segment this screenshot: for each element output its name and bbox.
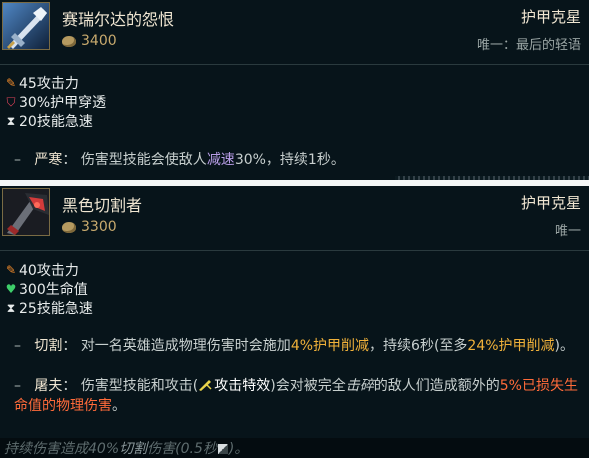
- on-hit-keyword: 攻击特效: [214, 378, 271, 394]
- item-price: 3400: [62, 33, 117, 49]
- passive-name: 切割: [34, 338, 63, 354]
- attack-damage-icon: ✎: [5, 263, 17, 277]
- armor-reduction-keyword: 4%护甲削减: [290, 338, 370, 354]
- ability-haste-icon: ⧗: [6, 113, 16, 128]
- on-hit-icon: [199, 380, 212, 391]
- black-cleaver-item-icon: [2, 188, 50, 236]
- stat-row-armor-pen: ⛉ 30%护甲穿透: [4, 92, 106, 112]
- item-name: 黑色切割者: [62, 196, 143, 215]
- divider: [0, 64, 589, 65]
- item-name: 赛瑞尔达的怨恨: [62, 10, 175, 29]
- item-tooltip-black-cleaver: 黑色切割者 3300 护甲克星 唯一 ✎ 40攻击力 ♥ 300生命值 ⧗ 25…: [0, 186, 589, 438]
- passive-rime: – 严寒： 伤害型技能会使敌人减速30%，持续1秒。: [14, 152, 345, 168]
- stat-row-ability-haste: ⧗ 20技能急速: [4, 111, 93, 131]
- stat-row-ability-haste: ⧗ 25技能急速: [4, 298, 93, 318]
- max-armor-reduction-keyword: 24%护甲削减: [467, 338, 555, 354]
- item-tooltip-serylda: 赛瑞尔达的怨恨 3400 护甲克星 唯一：最后的轻语 ✎ 45攻击力 ⛉ 30%…: [0, 0, 589, 180]
- stat-row-attack-damage: ✎ 40攻击力: [5, 263, 79, 279]
- bleed-footer-note: 持续伤害造成40%切割伤害(0.5秒)。: [4, 441, 249, 457]
- gold-coin-icon: [62, 221, 76, 233]
- item-class: 护甲克星: [520, 8, 581, 26]
- passive-name: 严寒: [34, 152, 63, 168]
- item-price: 3300: [62, 219, 117, 235]
- armor-penetration-icon: ⛉: [6, 94, 16, 109]
- timer-icon: [217, 444, 228, 454]
- carve-keyword: 切割: [119, 441, 148, 457]
- divider: [0, 250, 589, 251]
- serylda-item-icon: [2, 2, 50, 50]
- slow-keyword: 减速: [206, 152, 235, 168]
- passive-name: 屠夫: [34, 378, 63, 394]
- item-class: 护甲克星: [520, 194, 581, 212]
- price-value: 3400: [81, 33, 117, 49]
- gold-coin-icon: [62, 35, 76, 47]
- unique-label: 唯一：最后的轻语: [476, 38, 581, 53]
- attack-damage-icon: ✎: [5, 76, 17, 90]
- ability-haste-icon: ⧗: [6, 300, 16, 315]
- unique-label: 唯一: [554, 224, 581, 239]
- stat-row-health: ♥ 300生命值: [5, 282, 88, 298]
- stat-row-attack-damage: ✎ 45攻击力: [5, 76, 79, 92]
- health-icon: ♥: [5, 282, 17, 296]
- passive-carve: – 切割： 对一名英雄造成物理伤害时会施加4%护甲削减，持续6秒(至多24%护甲…: [14, 338, 574, 354]
- passive-carnage: – 屠夫： 伤害型技能和攻击(攻击特效)会对被完全击碎的敌人们造成额外的5%已损…: [14, 378, 578, 414]
- price-value: 3300: [81, 219, 117, 235]
